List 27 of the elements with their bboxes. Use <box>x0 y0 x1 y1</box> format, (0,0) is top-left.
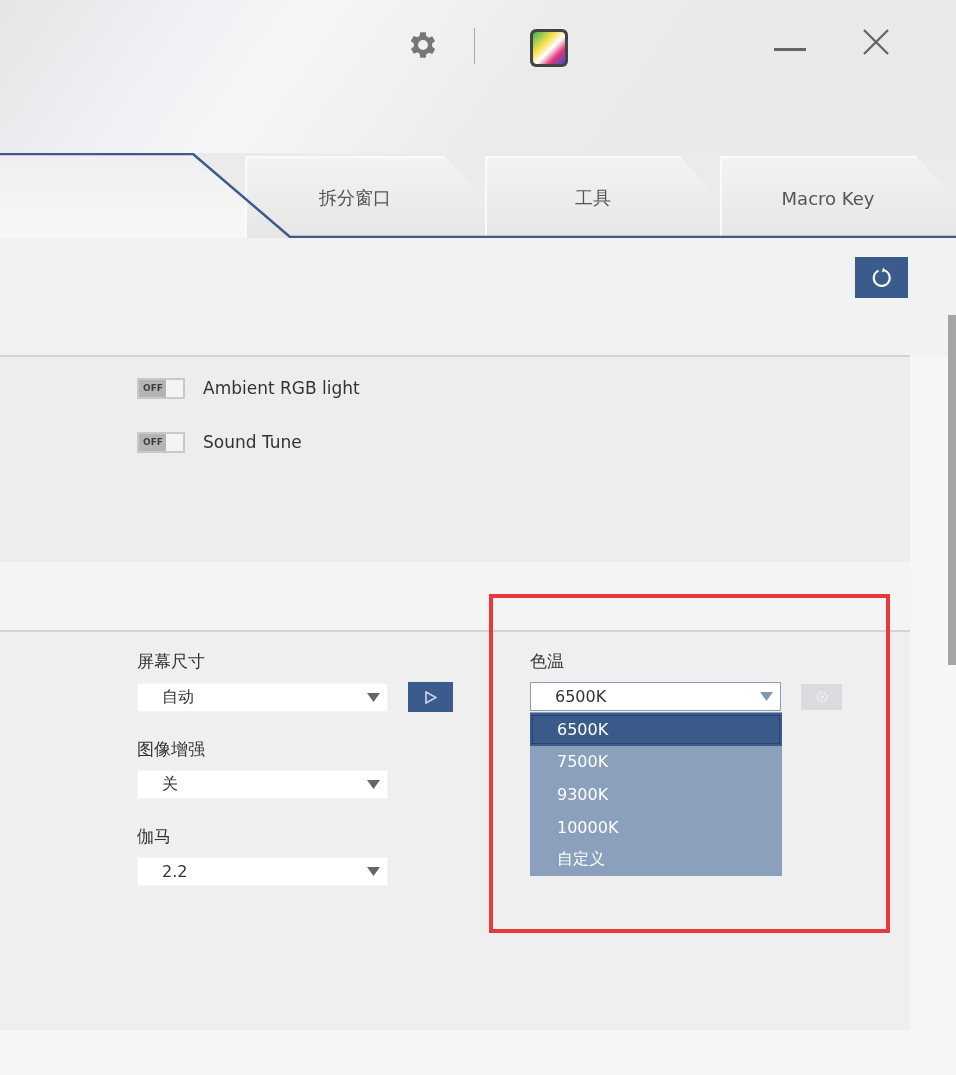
scrollbar-thumb[interactable] <box>948 315 956 665</box>
dropdown-option[interactable]: 6500K <box>530 713 782 746</box>
toggle-switch[interactable]: OFF <box>137 431 185 453</box>
field-label: 伽马 <box>137 825 172 848</box>
tab[interactable]: 工具 <box>485 156 720 238</box>
minimize-icon[interactable] <box>774 48 806 52</box>
close-icon[interactable] <box>862 28 890 56</box>
tab[interactable]: Macro Key <box>720 156 956 238</box>
caret-icon <box>367 867 380 876</box>
toggle-label: Sound Tune <box>203 432 302 452</box>
toggle-label: Ambient RGB light <box>203 378 360 398</box>
reset-button[interactable] <box>855 257 908 298</box>
play-icon <box>424 690 437 704</box>
field-label: 屏幕尺寸 <box>137 650 206 673</box>
caret-icon <box>367 692 380 702</box>
field-label: 图像增强 <box>137 738 206 761</box>
dropdown-select[interactable]: 关 <box>137 770 388 799</box>
toggle-switch[interactable]: OFF <box>137 377 185 399</box>
caret-icon <box>760 692 773 701</box>
color-palette-icon[interactable] <box>529 28 569 68</box>
caret-icon <box>367 780 380 789</box>
dropdown-select[interactable]: 2.2 <box>137 857 388 886</box>
play-button[interactable] <box>408 682 453 712</box>
dropdown-select[interactable]: 6500K <box>530 682 781 711</box>
dropdown-select[interactable]: 自动 <box>137 682 388 712</box>
field-label: 色温 <box>530 650 565 673</box>
tab[interactable]: 拆分窗口 <box>245 156 485 238</box>
